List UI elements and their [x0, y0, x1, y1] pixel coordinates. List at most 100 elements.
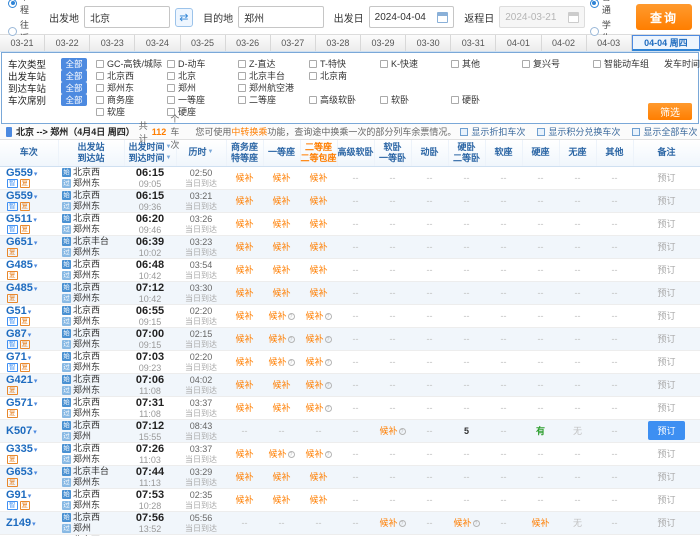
- seat-availability[interactable]: 候补: [453, 518, 471, 528]
- seat-availability[interactable]: 候补: [235, 219, 253, 229]
- waitlist-info-icon[interactable]: ?: [325, 405, 332, 412]
- seat-availability[interactable]: 候补: [272, 495, 290, 505]
- seat-availability[interactable]: 候补: [235, 265, 253, 275]
- seat-availability[interactable]: 候补: [305, 449, 323, 459]
- seat-availability[interactable]: 候补: [235, 334, 253, 344]
- filter-checkbox[interactable]: 北京南: [309, 69, 371, 82]
- seat-availability[interactable]: 候补: [235, 196, 253, 206]
- filter-submit-button[interactable]: 筛选: [648, 103, 692, 120]
- date-tab[interactable]: 03-27: [271, 35, 316, 51]
- book-button[interactable]: 预订: [648, 421, 684, 440]
- expand-train-icon[interactable]: ▾: [28, 355, 32, 362]
- date-tab[interactable]: 03-31: [451, 35, 496, 51]
- select-all-button[interactable]: 全部: [61, 94, 87, 106]
- expand-train-icon[interactable]: ▾: [28, 332, 32, 339]
- seat-availability[interactable]: 候补: [235, 357, 253, 367]
- display-option[interactable]: 显示积分兑换车次: [537, 125, 620, 138]
- seat-availability[interactable]: 候补: [235, 380, 253, 390]
- col-header[interactable]: 出发时间▼到达时间▼: [124, 140, 176, 166]
- seat-availability[interactable]: 候补: [235, 288, 253, 298]
- seat-availability[interactable]: 候补: [235, 403, 253, 413]
- trip-type-option[interactable]: 单程: [8, 0, 37, 16]
- filter-checkbox[interactable]: 智能动车组: [593, 57, 655, 70]
- expand-train-icon[interactable]: ▾: [34, 171, 38, 178]
- date-tab[interactable]: 03-29: [361, 35, 406, 51]
- seat-availability[interactable]: 候补: [268, 311, 286, 321]
- seat-availability[interactable]: 候补: [305, 380, 323, 390]
- expand-train-icon[interactable]: ▾: [34, 194, 38, 201]
- expand-train-icon[interactable]: ▾: [28, 309, 32, 316]
- waitlist-info-icon[interactable]: ?: [325, 451, 332, 458]
- waitlist-info-icon[interactable]: ?: [288, 451, 295, 458]
- train-code-link[interactable]: G559: [6, 167, 33, 179]
- waitlist-info-icon[interactable]: ?: [325, 313, 332, 320]
- date-tab[interactable]: 03-24: [135, 35, 180, 51]
- expand-train-icon[interactable]: ▾: [34, 286, 38, 293]
- seat-availability[interactable]: 候补: [305, 311, 323, 321]
- train-code-link[interactable]: G51: [6, 305, 27, 317]
- seat-availability[interactable]: 候补: [268, 449, 286, 459]
- seat-availability[interactable]: 候补: [272, 173, 290, 183]
- date-tab[interactable]: 04-02: [542, 35, 587, 51]
- date-tab[interactable]: 03-21: [0, 35, 45, 51]
- expand-train-icon[interactable]: ▾: [34, 240, 38, 247]
- sort-icon[interactable]: ▼: [166, 153, 172, 164]
- expand-train-icon[interactable]: ▾: [34, 378, 38, 385]
- seat-availability[interactable]: 候补: [305, 334, 323, 344]
- seat-availability[interactable]: 候补: [268, 334, 286, 344]
- expand-train-icon[interactable]: ▾: [32, 521, 36, 528]
- expand-train-icon[interactable]: ▾: [33, 429, 37, 436]
- seat-availability[interactable]: 候补: [379, 518, 397, 528]
- select-all-button[interactable]: 全部: [61, 58, 87, 70]
- to-input[interactable]: 郑州: [238, 6, 324, 28]
- date-tab[interactable]: 03-23: [90, 35, 135, 51]
- date-tab[interactable]: 03-26: [226, 35, 271, 51]
- seat-availability[interactable]: 候补: [272, 265, 290, 275]
- seat-availability[interactable]: 候补: [272, 288, 290, 298]
- col-header[interactable]: 历时▼: [176, 140, 226, 166]
- waitlist-info-icon[interactable]: ?: [399, 428, 406, 435]
- train-code-link[interactable]: G653: [6, 466, 33, 478]
- seat-availability[interactable]: 候补: [272, 403, 290, 413]
- seat-availability[interactable]: 候补: [309, 495, 327, 505]
- expand-train-icon[interactable]: ▾: [28, 493, 32, 500]
- seat-availability[interactable]: 候补: [305, 403, 323, 413]
- train-code-link[interactable]: G87: [6, 328, 27, 340]
- filter-checkbox[interactable]: 其他: [451, 57, 513, 70]
- seat-availability[interactable]: 候补: [272, 196, 290, 206]
- waitlist-info-icon[interactable]: ?: [325, 382, 332, 389]
- passenger-type-option[interactable]: 普通: [590, 0, 619, 16]
- expand-train-icon[interactable]: ▾: [34, 447, 38, 454]
- date-tab[interactable]: 03-28: [316, 35, 361, 51]
- waitlist-info-icon[interactable]: ?: [288, 313, 295, 320]
- seat-availability[interactable]: 候补: [309, 265, 327, 275]
- seat-availability[interactable]: 候补: [235, 242, 253, 252]
- train-code-link[interactable]: G71: [6, 351, 27, 363]
- transfer-link[interactable]: 中转换乘: [231, 127, 267, 137]
- select-all-button[interactable]: 全部: [61, 82, 87, 94]
- display-option[interactable]: 显示全部车次: [632, 125, 697, 138]
- expand-train-icon[interactable]: ▾: [33, 217, 37, 224]
- search-button[interactable]: 查询: [636, 4, 692, 30]
- train-code-link[interactable]: G485: [6, 259, 33, 271]
- select-all-button[interactable]: 全部: [61, 70, 87, 82]
- waitlist-info-icon[interactable]: ?: [399, 520, 406, 527]
- seat-availability[interactable]: 候补: [272, 219, 290, 229]
- waitlist-info-icon[interactable]: ?: [325, 336, 332, 343]
- date-tab[interactable]: 03-22: [45, 35, 90, 51]
- seat-availability[interactable]: 候补: [272, 472, 290, 482]
- train-code-link[interactable]: G511: [6, 213, 32, 225]
- filter-checkbox[interactable]: 二等座: [238, 93, 300, 106]
- train-code-link[interactable]: G421: [6, 374, 33, 386]
- filter-checkbox[interactable]: 软卧: [380, 93, 442, 106]
- seat-availability[interactable]: 候补: [309, 472, 327, 482]
- seat-availability[interactable]: 候补: [305, 357, 323, 367]
- train-code-link[interactable]: G91: [6, 489, 27, 501]
- waitlist-info-icon[interactable]: ?: [288, 336, 295, 343]
- train-code-link[interactable]: Z149: [6, 517, 31, 529]
- waitlist-info-icon[interactable]: ?: [288, 359, 295, 366]
- train-code-link[interactable]: G335: [6, 443, 33, 455]
- expand-train-icon[interactable]: ▾: [34, 401, 38, 408]
- date-tab[interactable]: 04-03: [587, 35, 632, 51]
- waitlist-info-icon[interactable]: ?: [325, 359, 332, 366]
